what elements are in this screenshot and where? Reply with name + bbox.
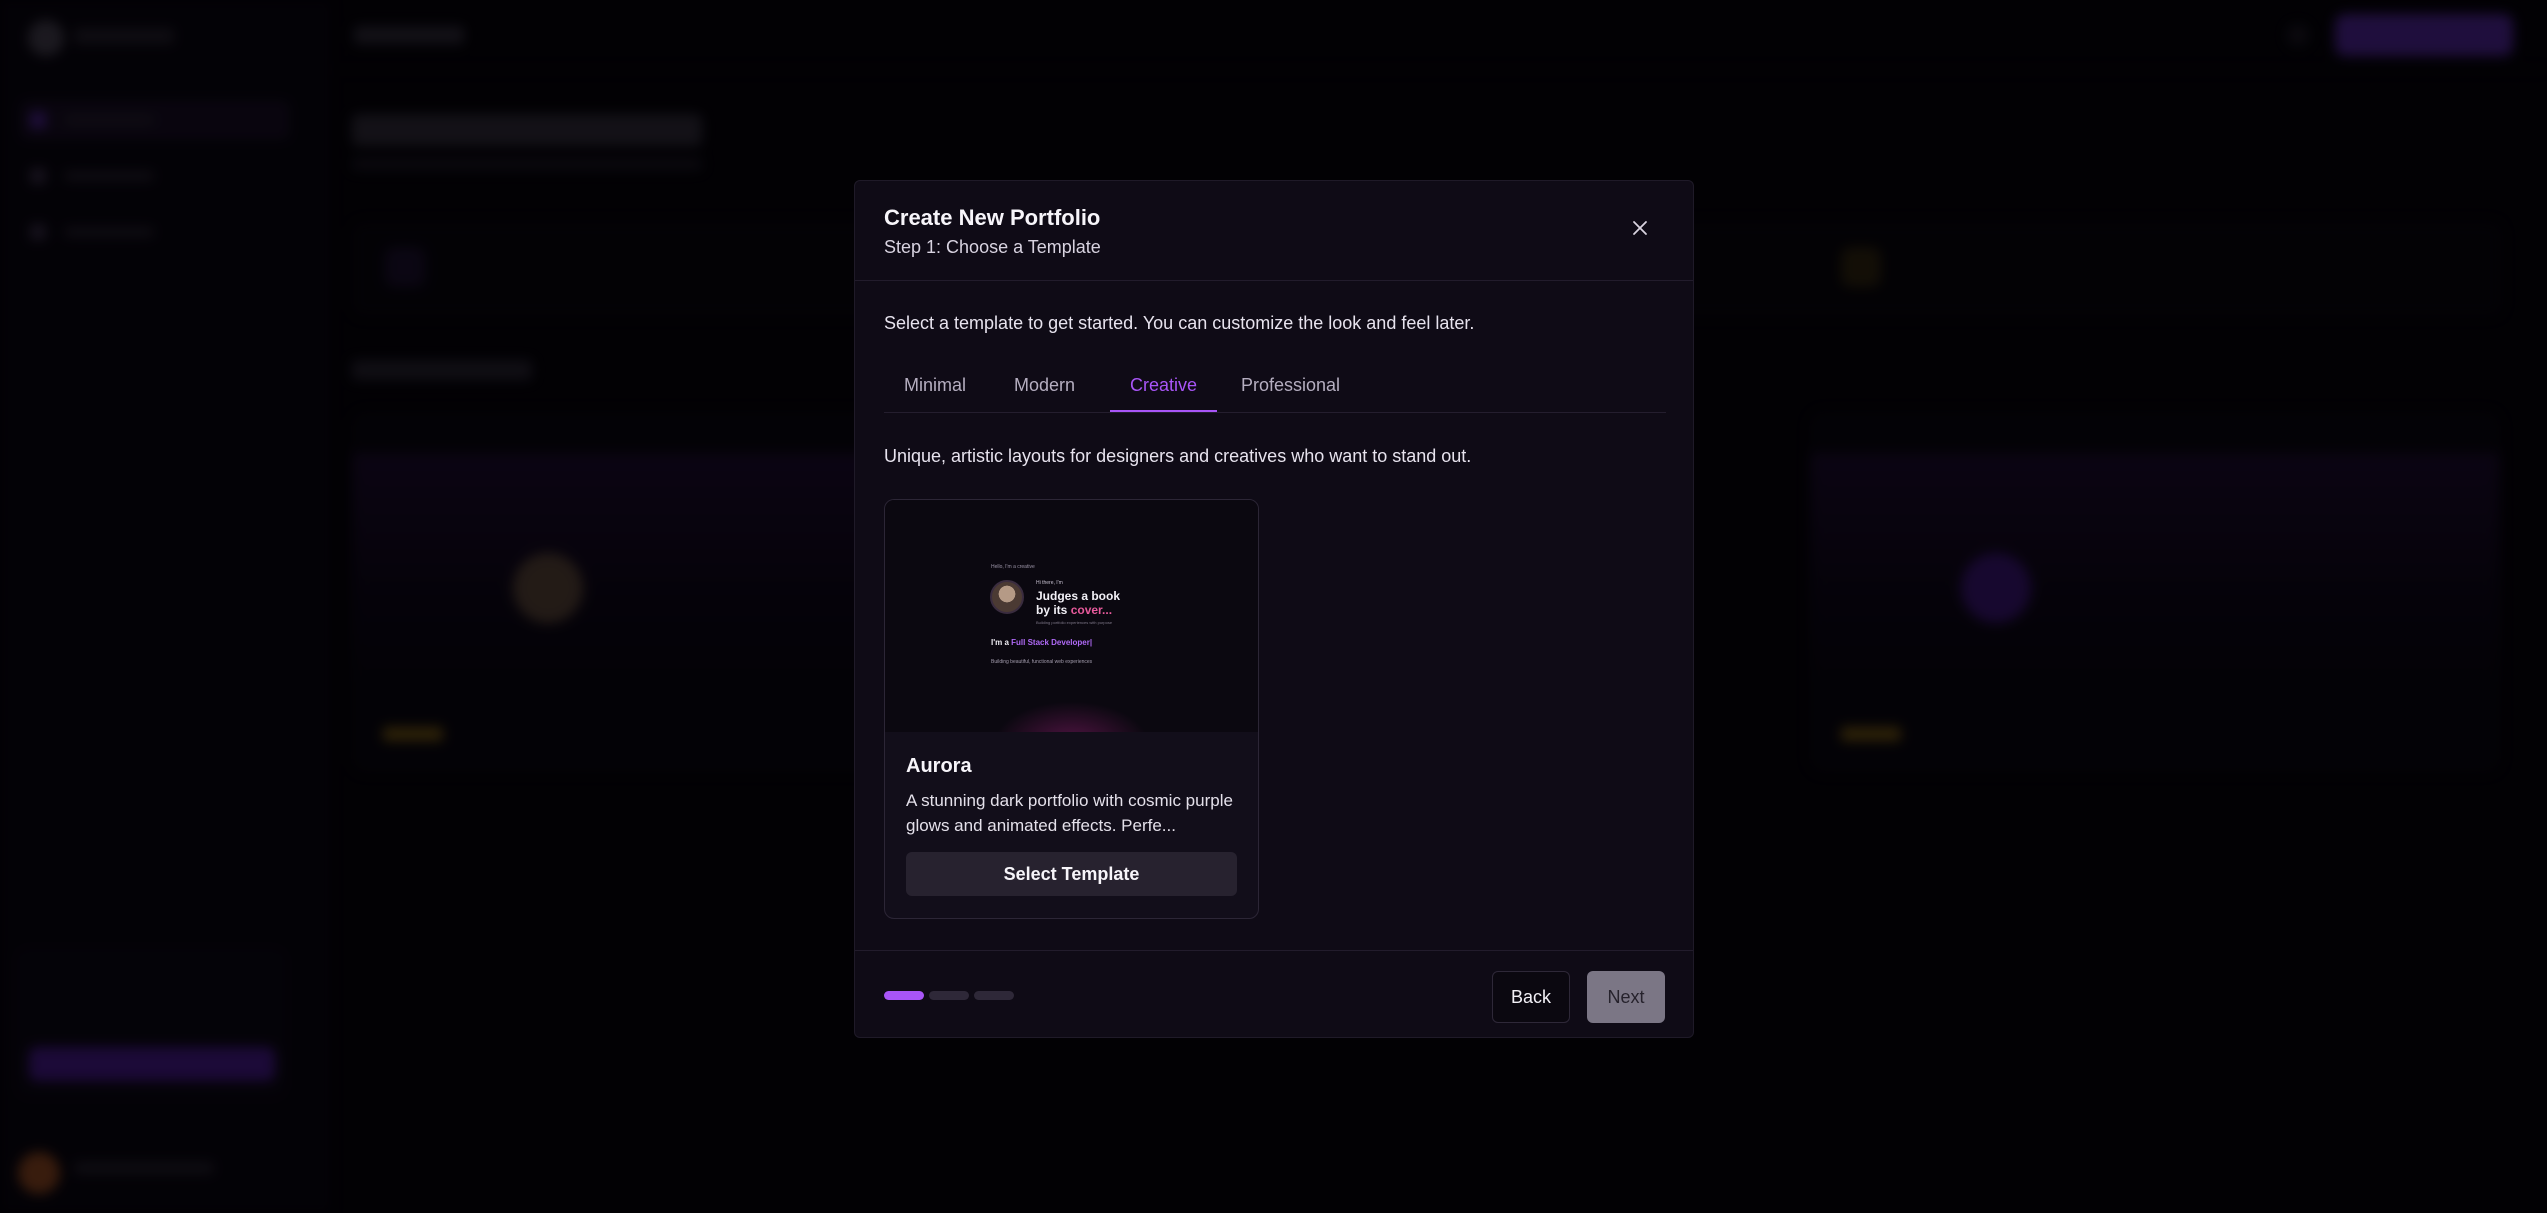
create-portfolio-modal: Create New Portfolio Step 1: Choose a Te…	[854, 180, 1694, 1038]
progress-step-2	[929, 991, 969, 1000]
modal-header: Create New Portfolio Step 1: Choose a Te…	[855, 181, 1693, 281]
modal-step-label: Step 1: Choose a Template	[884, 237, 1101, 257]
preview-top-text: Hello, I'm a creative	[991, 564, 1035, 570]
close-icon	[1633, 221, 1647, 235]
tab-description: Unique, artistic layouts for designers a…	[884, 446, 1472, 466]
modal-footer: Back Next	[855, 950, 1693, 1038]
preview-headline-accent: cover...	[1070, 603, 1113, 617]
template-name: Aurora	[906, 755, 972, 777]
progress-step-1	[884, 991, 924, 1000]
preview-role-accent: Full Stack Developer|	[1011, 638, 1093, 647]
preview-avatar	[990, 580, 1024, 614]
back-button[interactable]: Back	[1492, 971, 1570, 1023]
modal-title: Create New Portfolio	[884, 205, 1101, 230]
preview-headline-line1: Judges a book	[1036, 589, 1121, 603]
template-preview: Hello, I'm a creative Hi there, I'm Judg…	[885, 500, 1258, 732]
close-button[interactable]	[1627, 215, 1653, 241]
modal-intro-text: Select a template to get started. You ca…	[884, 313, 1475, 333]
preview-headline-line2: by its	[1036, 603, 1071, 617]
preview-small-text: Building portfolio experiences with purp…	[1036, 620, 1113, 625]
tab-creative[interactable]: Creative	[1110, 365, 1218, 412]
template-tabs: Minimal Modern Creative Professional	[884, 365, 1666, 413]
preview-role-prefix: I'm a	[991, 638, 1012, 647]
template-card-aurora[interactable]: Hello, I'm a creative Hi there, I'm Judg…	[884, 499, 1259, 919]
step-progress	[884, 991, 1014, 1000]
tab-minimal[interactable]: Minimal	[884, 365, 986, 412]
next-button[interactable]: Next	[1587, 971, 1665, 1023]
preview-headline: Judges a book by its cover...	[1036, 589, 1120, 617]
progress-step-3	[974, 991, 1014, 1000]
select-template-button[interactable]: Select Template	[906, 852, 1237, 896]
tab-professional[interactable]: Professional	[1221, 365, 1360, 412]
template-description: A stunning dark portfolio with cosmic pu…	[906, 791, 1233, 835]
preview-role: I'm a Full Stack Developer|	[991, 638, 1092, 647]
preview-tagline: Building beautiful, functional web exper…	[991, 659, 1093, 665]
tab-modern[interactable]: Modern	[994, 365, 1095, 412]
preview-hello: Hi there, I'm	[1036, 580, 1063, 586]
